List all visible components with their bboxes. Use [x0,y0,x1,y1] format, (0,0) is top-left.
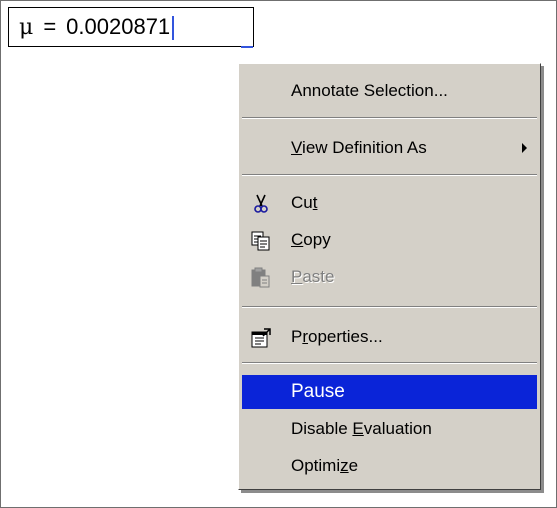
context-menu: Annotate Selection... View Definition As… [238,63,541,490]
properties-icon [251,328,271,348]
menu-separator [242,117,537,119]
menu-item-label: Properties... [291,327,383,346]
menu-item-paste[interactable]: Paste [242,260,537,294]
menu-item-label: Disable Evaluation [291,419,432,438]
menu-item-cut[interactable]: Cut [242,186,537,220]
menu-item-disable-evaluation[interactable]: Disable Evaluation [242,412,537,446]
menu-item-label: Annotate Selection... [291,81,448,100]
selection-underline [241,46,253,48]
menu-separator [242,174,537,176]
menu-item-copy[interactable]: Copy [242,223,537,257]
menu-item-view-definition-as[interactable]: View Definition As [242,131,537,165]
math-region[interactable]: μ = 0.0020871 [8,7,254,48]
variable-name: μ [19,15,34,40]
menu-item-optimize[interactable]: Optimize [242,449,537,483]
expression-value: 0.0020871 [66,14,171,39]
text-cursor [172,16,175,41]
menu-item-label: Cut [291,193,318,212]
paste-icon [251,267,270,288]
menu-item-label: Optimize [291,456,359,475]
menu-separator [242,362,537,364]
scissors-icon [254,194,268,213]
menu-item-label: View Definition As [291,138,427,157]
menu-item-label: Copy [291,230,331,249]
menu-item-label: Paste [291,267,335,286]
equals-sign: = [43,14,57,39]
menu-item-properties[interactable]: Properties... [242,320,537,354]
menu-item-pause[interactable]: Pause [242,375,537,409]
menu-separator [242,306,537,308]
menu-item-label: Pause [291,381,345,402]
submenu-arrow-icon [522,143,527,153]
copy-icon [251,231,270,251]
menu-item-annotate-selection[interactable]: Annotate Selection... [242,74,537,108]
